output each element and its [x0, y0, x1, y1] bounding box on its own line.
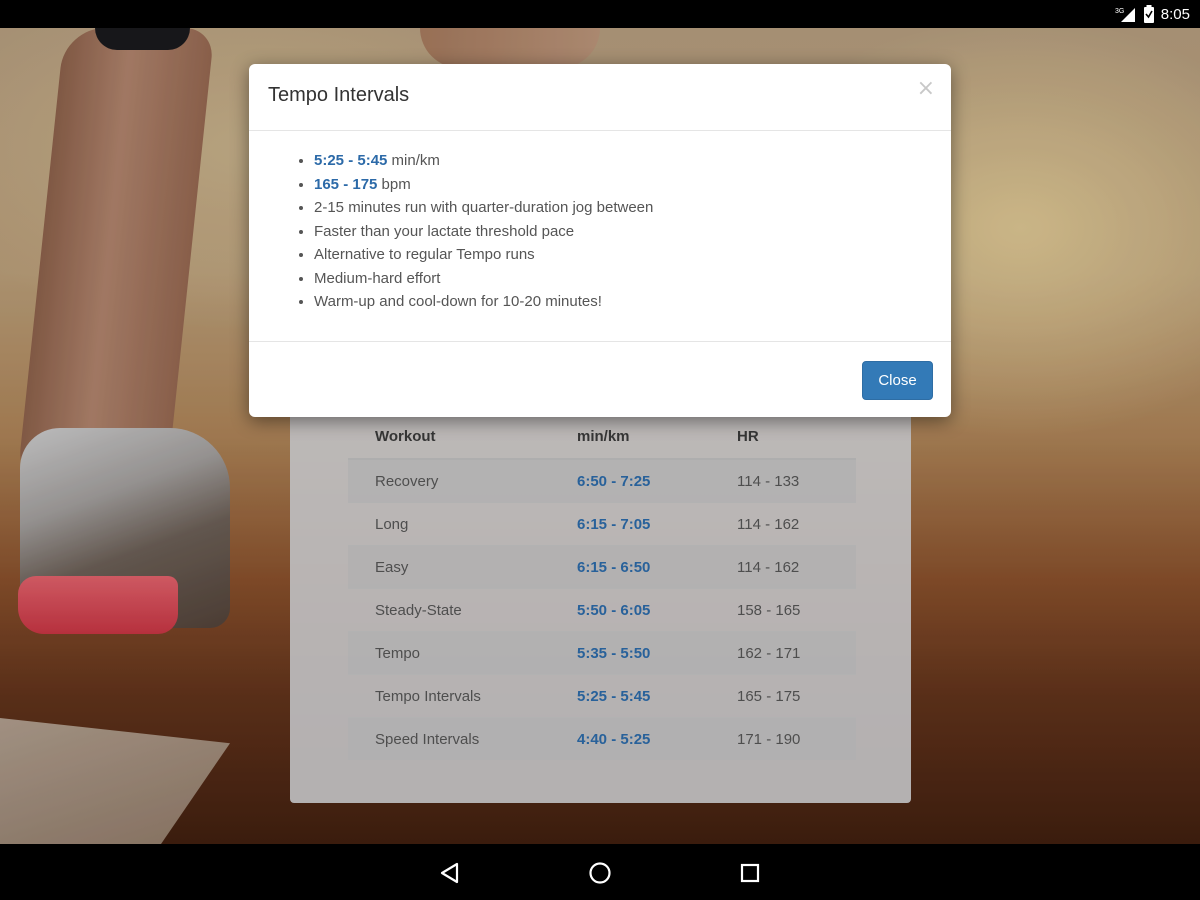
- screen: 3G 8:05 Workout min/km HR Recovery 6:50 …: [0, 0, 1200, 900]
- workout-detail-list: 5:25 - 5:45 min/km 165 - 175 bpm 2-15 mi…: [295, 149, 653, 314]
- modal-header: Tempo Intervals ×: [249, 64, 951, 131]
- modal-body: 5:25 - 5:45 min/km 165 - 175 bpm 2-15 mi…: [249, 131, 951, 342]
- modal-close-x-button[interactable]: ×: [917, 78, 935, 100]
- heart-rate-unit: bpm: [377, 175, 411, 193]
- battery-icon: [1143, 5, 1155, 23]
- network-type: 3G: [1115, 8, 1124, 15]
- workout-detail-modal: Tempo Intervals × 5:25 - 5:45 min/km 165…: [249, 64, 951, 417]
- recents-icon[interactable]: [735, 858, 765, 888]
- status-bar: 3G 8:05: [0, 0, 1200, 28]
- status-icons: 3G 8:05: [1115, 0, 1190, 28]
- modal-title: Tempo Intervals: [268, 84, 410, 106]
- pace-value: 5:25 - 5:45: [314, 152, 388, 169]
- status-time: 8:05: [1160, 5, 1190, 23]
- list-item: Faster than your lactate threshold pace: [314, 220, 653, 244]
- list-item: Warm-up and cool-down for 10-20 minutes!: [314, 290, 653, 314]
- list-item: Alternative to regular Tempo runs: [314, 243, 653, 267]
- pace-unit: min/km: [387, 152, 440, 169]
- close-button[interactable]: Close: [862, 361, 933, 400]
- list-item-heart-rate: 165 - 175 bpm: [314, 173, 653, 197]
- signal-icon: 3G: [1115, 6, 1137, 22]
- list-item: 2-15 minutes run with quarter-duration j…: [314, 196, 653, 220]
- list-item: Medium-hard effort: [314, 267, 653, 291]
- modal-footer: Close: [249, 342, 951, 417]
- heart-rate-value: 165 - 175: [314, 175, 378, 193]
- home-icon[interactable]: [585, 858, 615, 888]
- navigation-bar: [0, 844, 1200, 900]
- list-item-pace: 5:25 - 5:45 min/km: [314, 149, 653, 173]
- back-icon[interactable]: [435, 858, 465, 888]
